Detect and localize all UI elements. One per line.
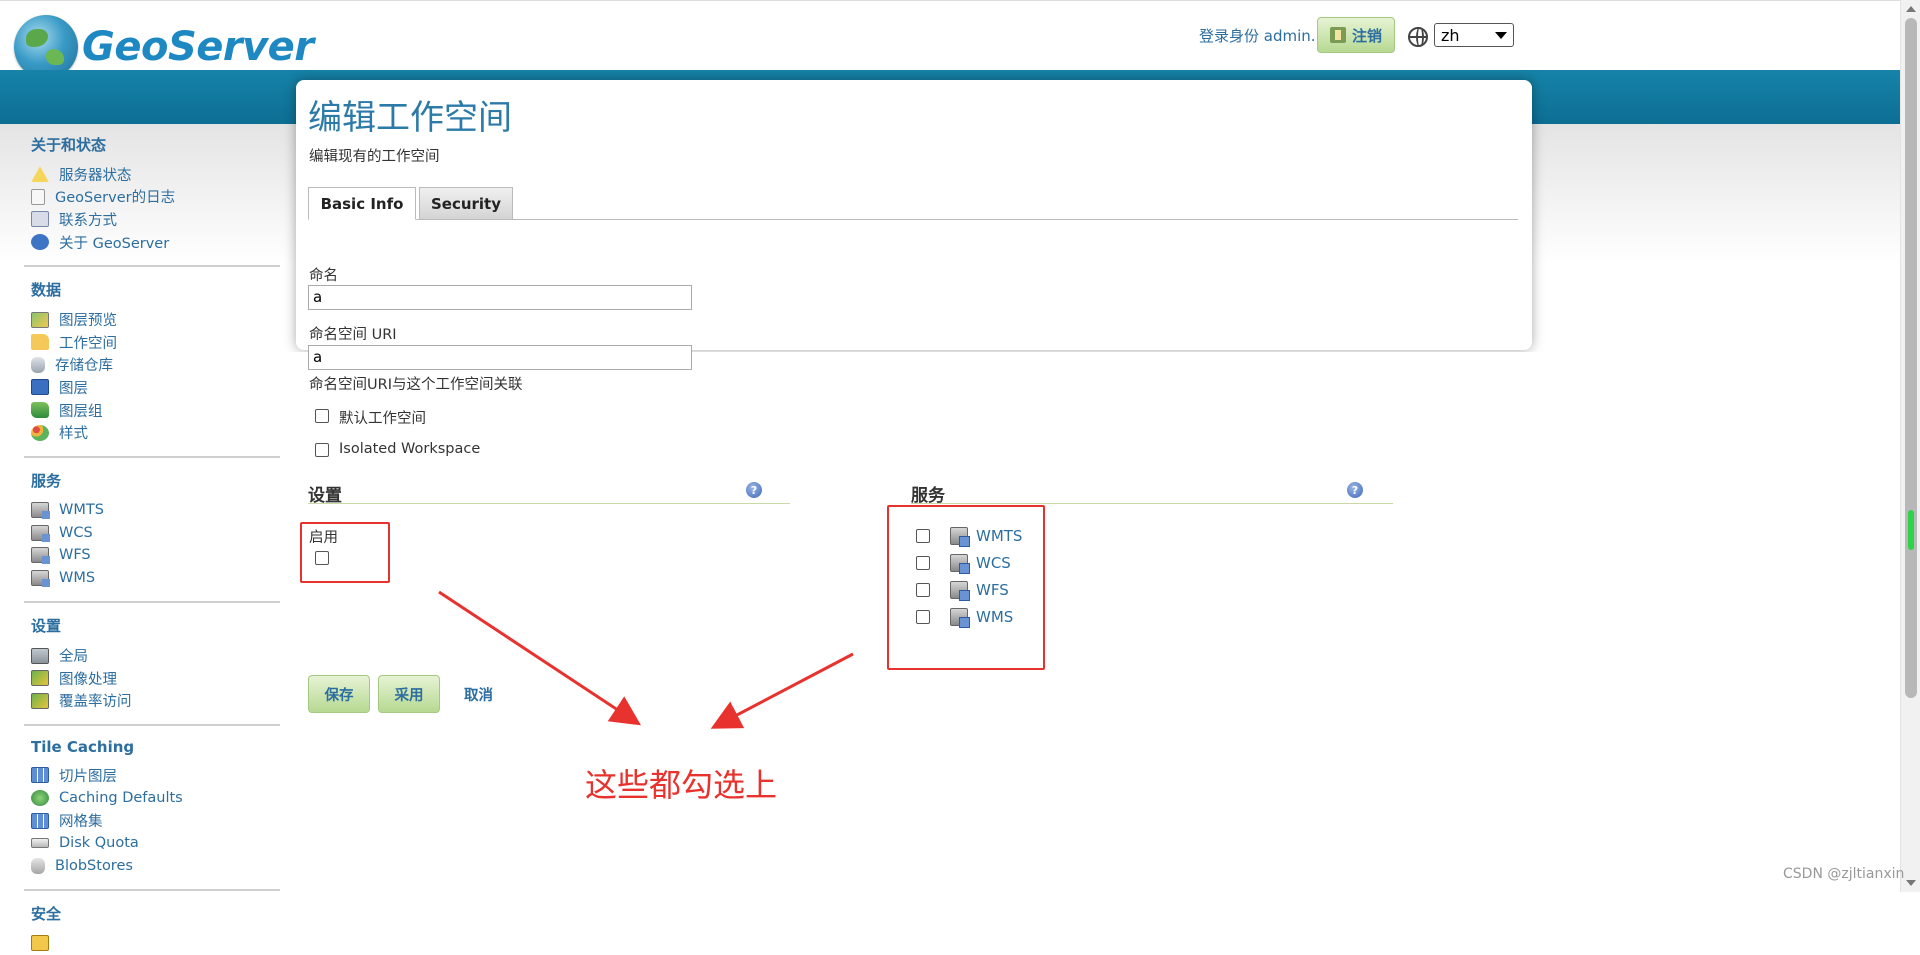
watermark: CSDN @zjltianxin bbox=[1783, 866, 1905, 882]
sidebar-section-title: 安全 bbox=[31, 905, 62, 924]
sidebar-item-security-partial[interactable] bbox=[24, 932, 280, 955]
scroll-thumb[interactable] bbox=[1905, 18, 1917, 698]
sidebar-section-security: 安全 bbox=[24, 903, 280, 955]
scroll-down-icon[interactable] bbox=[1906, 880, 1916, 886]
scroll-up-icon[interactable] bbox=[1906, 6, 1916, 12]
annotation-arrow-right bbox=[710, 652, 854, 729]
annotation-arrows bbox=[438, 590, 854, 729]
scroll-indicator bbox=[1908, 510, 1914, 550]
page-scrollbar[interactable] bbox=[1900, 0, 1920, 892]
annotation-text: 这些都勾选上 bbox=[585, 766, 778, 804]
lock-icon bbox=[31, 935, 49, 952]
annotation-arrow-left bbox=[438, 590, 642, 726]
